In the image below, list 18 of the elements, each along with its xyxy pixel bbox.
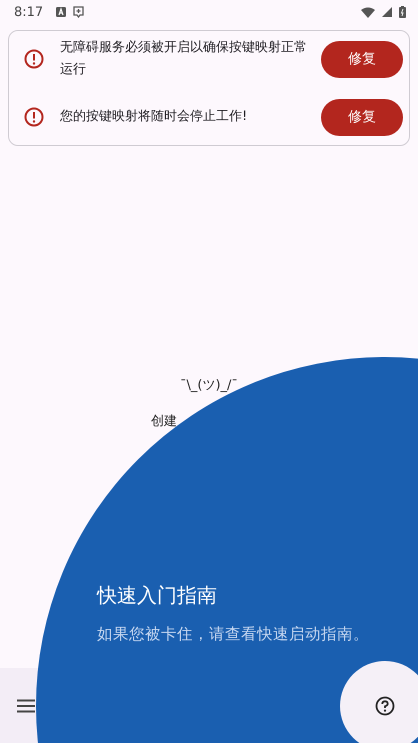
help-icon	[375, 696, 395, 716]
wifi-icon	[361, 6, 375, 18]
tutorial-description: 如果您被卡住，请查看快速启动指南。	[97, 624, 369, 645]
tutorial-title: 快速入门指南	[97, 582, 217, 609]
fix-button[interactable]: 修复	[321, 40, 403, 78]
fix-button[interactable]: 修复	[321, 98, 403, 136]
empty-message: 创建	[151, 413, 177, 430]
alert-message: 无障碍服务必须被开启以确保按键映射正常运行	[60, 39, 308, 79]
notification-icon	[73, 6, 84, 18]
notification-icon	[56, 7, 66, 17]
menu-icon[interactable]	[17, 698, 35, 712]
alert-message: 您的按键映射将随时会停止工作!	[60, 108, 248, 126]
emoticon: ¯\_(ツ)_/¯	[180, 377, 238, 394]
error-icon	[24, 49, 44, 69]
signal-icon	[382, 7, 392, 17]
status-time: 8:17	[14, 4, 44, 20]
battery-icon	[399, 6, 406, 18]
error-icon	[24, 107, 44, 127]
